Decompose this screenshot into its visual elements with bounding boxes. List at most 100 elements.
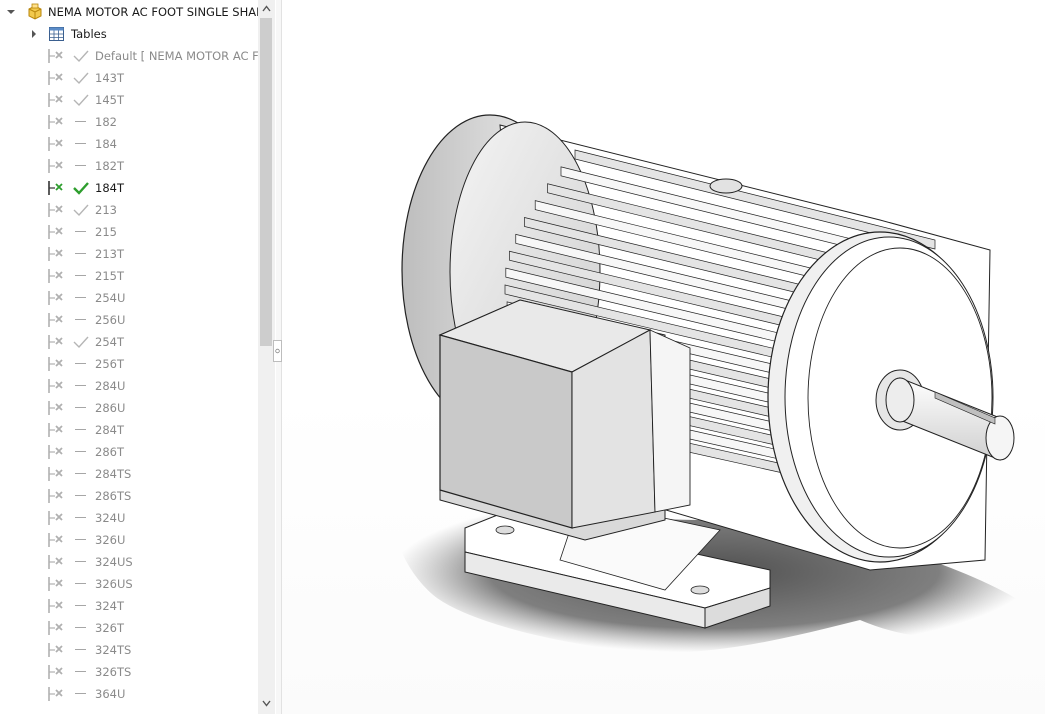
configuration-item[interactable]: 284U <box>0 375 258 397</box>
suppressed-mark-icon <box>75 363 86 364</box>
configuration-item[interactable]: 256U <box>0 309 258 331</box>
configuration-label: 145T <box>95 93 124 107</box>
configuration-item[interactable]: 326T <box>0 617 258 639</box>
configuration-icon <box>48 115 63 129</box>
configuration-icon <box>48 269 63 283</box>
configuration-item[interactable]: 284TS <box>0 463 258 485</box>
tree-root-item[interactable]: NEMA MOTOR AC FOOT SINGLE SHAFT <box>0 1 258 23</box>
configuration-item[interactable]: 215 <box>0 221 258 243</box>
configuration-label: 324T <box>95 599 124 613</box>
configuration-icon <box>48 357 63 371</box>
configuration-icon <box>48 643 63 657</box>
configuration-item[interactable]: 256T <box>0 353 258 375</box>
scroll-thumb[interactable] <box>260 18 272 346</box>
configuration-item[interactable]: 286U <box>0 397 258 419</box>
suppressed-mark-icon <box>75 671 86 672</box>
configuration-icon <box>48 225 63 239</box>
configuration-icon <box>48 203 63 217</box>
lifting-eye <box>709 178 743 194</box>
suppressed-mark-icon <box>75 649 86 650</box>
configuration-label: 326T <box>95 621 124 635</box>
configuration-icon <box>48 71 63 85</box>
suppressed-mark-icon <box>75 121 86 122</box>
configuration-item[interactable]: 182T <box>0 155 258 177</box>
suppressed-mark-icon <box>75 473 86 474</box>
motor-3d-model[interactable] <box>282 0 1045 714</box>
configuration-label: 256T <box>95 357 124 371</box>
configuration-item[interactable]: 213 <box>0 199 258 221</box>
checkmark-icon <box>73 72 89 85</box>
suppressed-mark-icon <box>75 693 86 694</box>
configuration-item[interactable]: 145T <box>0 89 258 111</box>
configuration-item[interactable]: 324T <box>0 595 258 617</box>
configuration-label: 256U <box>95 313 126 327</box>
configuration-label: 254U <box>95 291 126 305</box>
configuration-label: 184T <box>95 181 124 195</box>
suppressed-mark-icon <box>75 231 86 232</box>
motor-front-endbell <box>767 231 994 563</box>
configuration-tree: NEMA MOTOR AC FOOT SINGLE SHAFT Tables D… <box>0 0 258 714</box>
configuration-item[interactable]: 182 <box>0 111 258 133</box>
configuration-label: 182T <box>95 159 124 173</box>
configuration-icon <box>48 467 63 481</box>
configuration-label: 286TS <box>95 489 132 503</box>
configuration-label: 182 <box>95 115 117 129</box>
configuration-item[interactable]: Default [ NEMA MOTOR AC FO <box>0 45 258 67</box>
configuration-item[interactable]: 143T <box>0 67 258 89</box>
configuration-item[interactable]: 326TS <box>0 661 258 683</box>
graphics-area[interactable] <box>282 0 1045 714</box>
tables-label: Tables <box>71 27 107 41</box>
configuration-label: 286T <box>95 445 124 459</box>
configuration-item[interactable]: 324U <box>0 507 258 529</box>
configuration-label: 143T <box>95 71 124 85</box>
configuration-label: 284TS <box>95 467 132 481</box>
configuration-icon <box>48 687 63 701</box>
configuration-item[interactable]: 364U <box>0 683 258 705</box>
suppressed-mark-icon <box>75 627 86 628</box>
configuration-label: 364U <box>95 687 126 701</box>
root-label: NEMA MOTOR AC FOOT SINGLE SHAFT <box>48 5 258 19</box>
part-icon <box>28 3 42 20</box>
suppressed-mark-icon <box>75 143 86 144</box>
configuration-icon <box>48 335 63 349</box>
configuration-icon <box>48 49 63 63</box>
checkmark-icon <box>73 336 89 349</box>
configuration-item[interactable]: 324TS <box>0 639 258 661</box>
configuration-icon <box>48 423 63 437</box>
configuration-icon <box>48 313 63 327</box>
configuration-item[interactable]: 254T <box>0 331 258 353</box>
configuration-item[interactable]: 324US <box>0 551 258 573</box>
configuration-icon <box>48 159 63 173</box>
suppressed-mark-icon <box>75 495 86 496</box>
suppressed-mark-icon <box>75 605 86 606</box>
chevron-right-icon[interactable] <box>29 29 39 39</box>
configuration-item[interactable]: 286TS <box>0 485 258 507</box>
configuration-item[interactable]: 326US <box>0 573 258 595</box>
configuration-item[interactable]: 286T <box>0 441 258 463</box>
configuration-label: 324U <box>95 511 126 525</box>
scroll-down-arrow-icon[interactable] <box>262 700 271 707</box>
tree-item-tables[interactable]: Tables <box>0 23 258 45</box>
configuration-label: 284U <box>95 379 126 393</box>
configuration-item[interactable]: 184T <box>0 177 258 199</box>
splitter-handle-icon[interactable] <box>273 340 282 362</box>
configuration-icon <box>48 137 63 151</box>
scroll-up-arrow-icon[interactable] <box>262 5 271 12</box>
configuration-item[interactable]: 284T <box>0 419 258 441</box>
chevron-down-icon[interactable] <box>6 7 16 17</box>
configuration-label: 284T <box>95 423 124 437</box>
configuration-label: 286U <box>95 401 126 415</box>
configuration-label: 213 <box>95 203 117 217</box>
configuration-icon <box>48 555 63 569</box>
configuration-item[interactable]: 184 <box>0 133 258 155</box>
suppressed-mark-icon <box>75 165 86 166</box>
table-icon <box>49 27 64 41</box>
suppressed-mark-icon <box>75 539 86 540</box>
configuration-item[interactable]: 213T <box>0 243 258 265</box>
configuration-item[interactable]: 326U <box>0 529 258 551</box>
configuration-label: 326US <box>95 577 133 591</box>
configuration-label: Default [ NEMA MOTOR AC FO <box>95 49 258 63</box>
configuration-item[interactable]: 215T <box>0 265 258 287</box>
configuration-item[interactable]: 254U <box>0 287 258 309</box>
suppressed-mark-icon <box>75 583 86 584</box>
